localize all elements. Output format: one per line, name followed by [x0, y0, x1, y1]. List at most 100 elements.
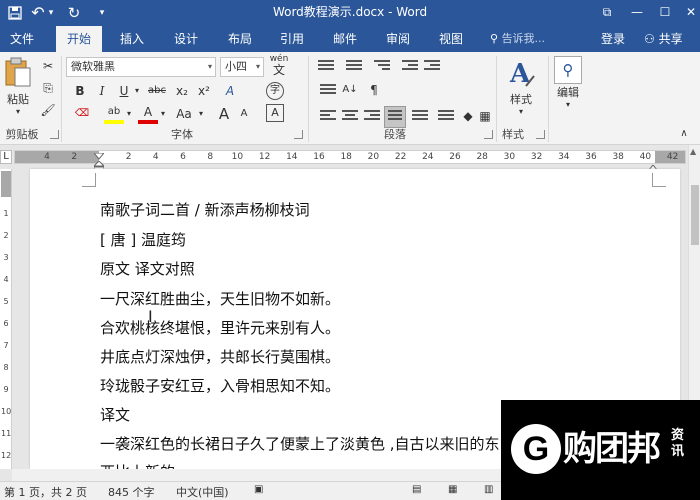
numbering-icon[interactable] [346, 60, 362, 74]
tab-layout[interactable]: 布局 [220, 26, 260, 52]
format-painter-icon[interactable]: 🖌 [38, 100, 58, 120]
first-line-indent-marker[interactable] [92, 146, 106, 160]
cut-icon[interactable]: ✂ [38, 56, 58, 76]
chevron-down-icon: ▾ [207, 62, 212, 71]
vruler-tick-label: 12 [1, 451, 12, 460]
doc-line[interactable]: 原文 译文对照 [100, 258, 195, 279]
read-mode-icon[interactable]: ▤ [412, 484, 421, 495]
underline-dropdown-icon[interactable]: ▾ [132, 81, 142, 101]
clipboard-launcher-icon[interactable] [50, 130, 59, 139]
shrink-font-button[interactable]: A [234, 104, 254, 124]
decrease-indent-icon[interactable] [402, 60, 418, 74]
tab-view[interactable]: 视图 [431, 26, 471, 52]
borders-icon[interactable]: ▦ [476, 106, 494, 126]
font-color-button[interactable]: A [138, 104, 158, 124]
proofing-icon[interactable]: ▣ [254, 484, 263, 495]
font-group-label: 字体 [171, 128, 193, 141]
ruler-tick-label: 8 [207, 152, 214, 162]
line-spacing-icon[interactable] [438, 110, 454, 124]
bullets-icon[interactable] [318, 60, 334, 74]
copy-icon[interactable]: ⎘ [38, 78, 58, 98]
tab-insert[interactable]: 插入 [112, 26, 152, 52]
shading-icon[interactable]: ◆ [460, 106, 476, 126]
styles-button[interactable]: A 样式 ▾ [500, 56, 542, 126]
highlight-dropdown-icon[interactable]: ▾ [124, 104, 134, 124]
paste-button[interactable]: 粘贴 ▾ [2, 56, 34, 118]
tell-me-box[interactable]: ⚲ 告诉我... [490, 26, 545, 52]
share-label: 共享 [658, 32, 683, 46]
scroll-up-icon[interactable]: ▲ [690, 147, 696, 156]
ruler-tick-label: 36 [585, 152, 597, 162]
doc-line[interactable]: 一尺深红胜曲尘，天生旧物不如新。 [100, 288, 340, 309]
doc-line[interactable]: 译文 [100, 404, 130, 425]
print-layout-icon[interactable]: ▦ [448, 484, 457, 495]
doc-line[interactable]: 玲珑骰子安红豆，入骨相思知不知。 [100, 375, 340, 396]
increase-indent-icon[interactable] [424, 60, 440, 74]
tab-selector-icon[interactable]: L [0, 150, 12, 164]
bold-button[interactable]: B [70, 81, 90, 101]
doc-line[interactable]: 南歌子词二首 / 新添声杨柳枝词 [100, 199, 310, 220]
underline-button[interactable]: U [114, 81, 134, 101]
enclose-char-button[interactable]: 字 [266, 82, 284, 100]
scrollbar-thumb[interactable] [691, 185, 699, 245]
doc-line[interactable]: [ 唐 ] 温庭筠 [100, 229, 186, 250]
align-center-icon[interactable] [342, 110, 358, 124]
font-name-value: 微软雅黑 [71, 60, 115, 73]
close-icon[interactable]: ✕ [676, 0, 700, 26]
vruler-tick-label: 9 [3, 385, 9, 394]
change-case-button[interactable]: Aa [172, 104, 196, 124]
ribbon-display-options-icon[interactable]: ⧉ [592, 0, 622, 26]
word-count[interactable]: 845 个字 [108, 484, 155, 500]
vruler-tick-label: 10 [1, 407, 12, 416]
tab-design[interactable]: 设计 [166, 26, 206, 52]
language-indicator[interactable]: 中文(中国) [176, 484, 229, 500]
multilevel-list-icon[interactable] [374, 60, 390, 74]
styles-group-label: 样式 [502, 128, 524, 141]
right-indent-marker[interactable] [646, 158, 660, 172]
distributed-icon[interactable] [412, 110, 428, 124]
paragraph-launcher-icon[interactable] [484, 130, 493, 139]
sign-in-link[interactable]: 登录 [601, 26, 625, 52]
watermark-sub-2: 讯 [671, 444, 685, 459]
doc-line[interactable]: 合欢桃核终堪恨，里许元来别有人。 [100, 317, 340, 338]
tab-review[interactable]: 审阅 [378, 26, 418, 52]
share-button[interactable]: ⚇ 共享 [644, 26, 683, 52]
change-case-dropdown-icon[interactable]: ▾ [196, 104, 206, 124]
web-layout-icon[interactable]: ▥ [484, 484, 493, 495]
strikethrough-button[interactable]: abc [144, 81, 170, 101]
vertical-ruler[interactable]: 1 2 3 4 5 6 7 8 9 10 11 12 [0, 169, 12, 469]
tab-mailings[interactable]: 邮件 [325, 26, 365, 52]
font-size-combo[interactable]: 小四 ▾ [220, 57, 264, 77]
superscript-button[interactable]: x² [194, 81, 214, 101]
highlight-button[interactable]: ab [104, 104, 124, 124]
tab-home[interactable]: 开始 [56, 26, 102, 52]
horizontal-ruler[interactable]: 4 2 2 4 6 8 10 12 14 16 18 20 22 24 26 28 30 32 34 36 38 40 42 [14, 150, 686, 164]
page-count[interactable]: 第 1 页，共 2 页 [4, 484, 87, 500]
tab-file[interactable]: 文件 [2, 26, 42, 52]
phonetic-guide-button[interactable]: wén 文 [267, 54, 291, 78]
font-name-combo[interactable]: 微软雅黑 ▾ [66, 57, 216, 77]
subscript-button[interactable]: x₂ [172, 81, 192, 101]
sort-icon[interactable]: A↓ [340, 80, 360, 100]
font-launcher-icon[interactable] [294, 130, 303, 139]
styles-launcher-icon[interactable] [536, 130, 545, 139]
show-marks-icon[interactable]: ¶ [364, 80, 384, 100]
italic-button[interactable]: I [92, 81, 112, 101]
minimize-icon[interactable]: — [622, 0, 652, 26]
collapse-ribbon-icon[interactable]: ∧ [676, 124, 692, 144]
justify-icon[interactable] [384, 106, 406, 128]
search-icon: ⚲ [554, 56, 582, 84]
font-color-dropdown-icon[interactable]: ▾ [158, 104, 168, 124]
text-effects-button[interactable]: A [220, 81, 240, 101]
char-border-button[interactable]: A [266, 104, 284, 122]
editing-button[interactable]: ⚲ 编辑 ▾ [552, 56, 584, 120]
doc-line[interactable]: 井底点灯深烛伊，共郎长行莫围棋。 [100, 346, 340, 367]
align-left-icon[interactable] [320, 110, 336, 124]
grow-font-button[interactable]: A [214, 104, 234, 124]
tab-references[interactable]: 引用 [272, 26, 312, 52]
clear-format-icon[interactable]: ⌫ [72, 104, 92, 124]
doc-line[interactable]: 一袭深红色的长裙日子久了便蒙上了淡黄色 ,自古以来旧的东 [100, 433, 500, 454]
paste-label: 粘贴 [7, 93, 29, 106]
align-right-icon[interactable] [364, 110, 380, 124]
chinese-layout-icon[interactable] [320, 84, 336, 98]
